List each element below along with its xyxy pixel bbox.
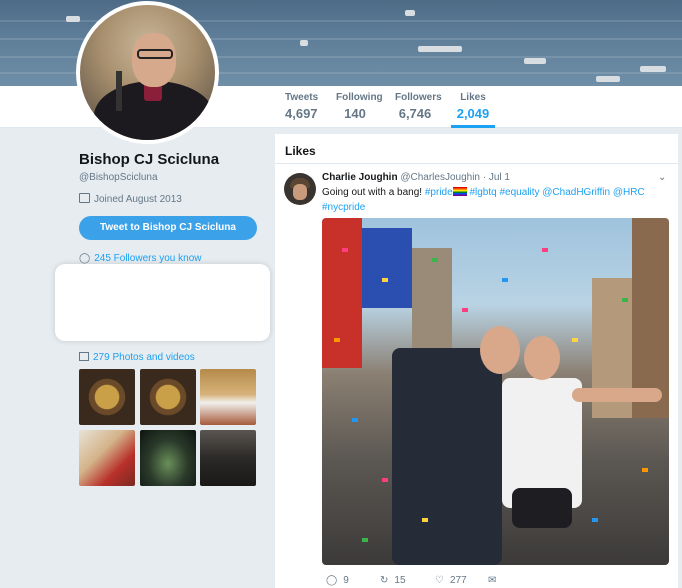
boat-shape: [524, 58, 546, 64]
retweet-count: 15: [394, 575, 406, 586]
retweet-action[interactable]: ↻ 15: [380, 575, 406, 586]
media-thumbnail[interactable]: [140, 369, 196, 425]
followers-you-know-link[interactable]: ◯ 245 Followers you know: [79, 253, 201, 264]
divider: [275, 163, 678, 164]
stat-value: 2,049: [456, 106, 490, 121]
boat-shape: [640, 66, 666, 72]
calendar-icon: [79, 193, 90, 203]
media-thumbnail[interactable]: [200, 369, 256, 425]
hashtag-links[interactable]: #lgbtq #equality @ChadHGriffin @HRC: [467, 187, 644, 198]
stat-label: Tweets: [285, 92, 319, 103]
photos-videos-link[interactable]: 279 Photos and videos: [79, 352, 195, 363]
chevron-down-icon[interactable]: ⌄: [658, 172, 666, 183]
reply-icon: ◯: [326, 575, 338, 586]
boat-shape: [418, 46, 462, 52]
boat-shape: [596, 76, 620, 82]
boat-shape: [66, 16, 80, 22]
profile-handle[interactable]: @BishopScicluna: [79, 172, 158, 183]
profile-avatar[interactable]: [76, 1, 219, 144]
followers-card: [55, 264, 270, 341]
photos-videos-text: 279 Photos and videos: [93, 352, 195, 363]
stat-label: Followers: [395, 92, 442, 103]
media-thumbnail[interactable]: [79, 430, 135, 486]
joined-text: Joined August 2013: [94, 194, 182, 205]
tweet-header: Charlie Joughin @CharlesJoughin · Jul 1: [322, 172, 510, 183]
person-icon: ◯: [79, 253, 91, 264]
hashtag-link[interactable]: #nycpride: [322, 202, 365, 213]
stat-value: 4,697: [285, 106, 318, 121]
stat-label: Following: [336, 92, 383, 103]
boat-shape: [405, 10, 415, 16]
profile-name[interactable]: Bishop CJ Scicluna: [79, 151, 219, 168]
tweet-text-body: Going out with a bang!: [322, 187, 425, 198]
tab-followers[interactable]: Followers 6,746: [393, 92, 442, 128]
followers-you-know-text: 245 Followers you know: [94, 253, 202, 264]
tweet-author-avatar[interactable]: [284, 173, 316, 205]
envelope-icon: ✉: [488, 575, 497, 586]
heart-icon: ♡: [435, 575, 444, 586]
rainbow-flag-icon: [452, 187, 467, 196]
boat-shape: [300, 40, 308, 46]
tweet-to-button[interactable]: Tweet to Bishop CJ Scicluna: [79, 216, 257, 240]
hashtag-link[interactable]: #pride: [425, 187, 453, 198]
image-icon: [79, 352, 89, 361]
stat-label: Likes: [460, 92, 486, 103]
likes-heading: Likes: [285, 144, 316, 158]
stat-value: 6,746: [398, 106, 432, 121]
tab-likes[interactable]: Likes 2,049: [451, 92, 495, 128]
media-thumbnail[interactable]: [79, 369, 135, 425]
tab-following[interactable]: Following 140: [334, 92, 383, 128]
like-action[interactable]: ♡ 277: [435, 575, 467, 586]
tweet-author-handle[interactable]: @CharlesJoughin: [400, 172, 480, 183]
reply-action[interactable]: ◯ 9: [326, 575, 349, 586]
stat-value: 140: [344, 106, 366, 121]
retweet-icon: ↻: [380, 575, 389, 586]
tweet-text: Going out with a bang! #pride #lgbtq #eq…: [322, 185, 662, 215]
media-thumbnail[interactable]: [200, 430, 256, 486]
tweet-author-name[interactable]: Charlie Joughin: [322, 172, 398, 183]
media-thumbnail[interactable]: [140, 430, 196, 486]
tweet-time[interactable]: · Jul 1: [483, 172, 510, 183]
tweet-photo[interactable]: [322, 218, 669, 565]
tab-tweets[interactable]: Tweets 4,697: [283, 92, 319, 128]
reply-count: 9: [343, 575, 349, 586]
message-action[interactable]: ✉: [488, 575, 502, 586]
like-count: 277: [449, 575, 467, 586]
joined-date: Joined August 2013: [79, 193, 182, 205]
